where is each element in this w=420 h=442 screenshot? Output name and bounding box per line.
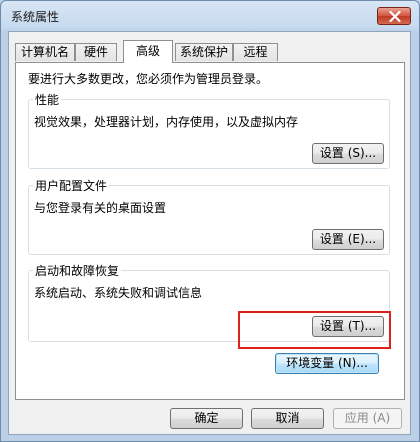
performance-title: 性能 bbox=[33, 91, 62, 108]
user-profiles-title: 用户配置文件 bbox=[33, 177, 110, 194]
dialog-client-area: 计算机名 硬件 高级 系统保护 远程 要进行大多数更改，您必须作为管理员登录。 … bbox=[8, 31, 411, 435]
user-profiles-group: 用户配置文件 与您登录有关的桌面设置 设置 (E)... bbox=[28, 177, 390, 255]
tab-computer-name[interactable]: 计算机名 bbox=[15, 43, 75, 61]
cancel-button[interactable]: 取消 bbox=[251, 408, 324, 429]
startup-recovery-description: 系统启动、系统失败和调试信息 bbox=[34, 286, 203, 300]
ok-button[interactable]: 确定 bbox=[170, 408, 243, 429]
highlight-annotation bbox=[238, 311, 391, 349]
startup-recovery-title: 启动和故障恢复 bbox=[33, 262, 122, 279]
performance-settings-button[interactable]: 设置 (S)... bbox=[312, 143, 384, 164]
window-title: 系统属性 bbox=[11, 10, 60, 24]
admin-notice: 要进行大多数更改，您必须作为管理员登录。 bbox=[28, 72, 269, 86]
advanced-tab-page: 要进行大多数更改，您必须作为管理员登录。 性能 视觉效果，处理器计划，内存使用，… bbox=[15, 62, 405, 400]
performance-group: 性能 视觉效果，处理器计划，内存使用，以及虚拟内存 设置 (S)... bbox=[28, 91, 390, 169]
title-bar[interactable]: 系统属性 bbox=[1, 1, 419, 29]
environment-variables-button[interactable]: 环境变量 (N)... bbox=[275, 353, 379, 374]
close-button[interactable] bbox=[377, 7, 411, 25]
user-profiles-description: 与您登录有关的桌面设置 bbox=[34, 201, 167, 215]
tab-hardware[interactable]: 硬件 bbox=[75, 43, 117, 61]
tab-remote[interactable]: 远程 bbox=[233, 43, 278, 61]
tab-system-protection[interactable]: 系统保护 bbox=[175, 43, 233, 61]
performance-description: 视觉效果，处理器计划，内存使用，以及虚拟内存 bbox=[34, 115, 299, 129]
user-profiles-settings-button[interactable]: 设置 (E)... bbox=[312, 229, 384, 250]
apply-button[interactable]: 应用 (A) bbox=[333, 408, 402, 429]
system-properties-window: 系统属性 计算机名 硬件 高级 系统保护 远程 要进行大多数更改，您必须作为管理… bbox=[0, 0, 420, 442]
tab-advanced[interactable]: 高级 bbox=[123, 40, 173, 63]
close-icon bbox=[389, 11, 401, 22]
